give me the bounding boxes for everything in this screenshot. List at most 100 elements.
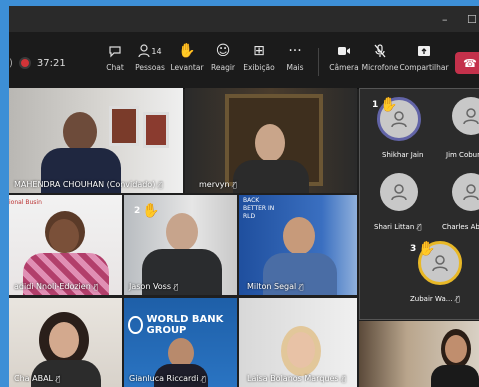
teams-window: – ☐ ) 37:21 Chat 14 Pessoas ✋ Levantar ☺	[9, 6, 479, 387]
meeting-timer: 37:21	[36, 57, 66, 69]
hand-icon: ✋	[142, 203, 160, 219]
view-button[interactable]: ⊞ Exibição	[239, 40, 279, 82]
person-icon	[391, 184, 407, 201]
participant-head	[63, 112, 97, 152]
participant-name: Jason Voss 🎙̸	[129, 282, 179, 291]
wall-picture	[143, 112, 169, 148]
phone-hangup-icon: ☎	[463, 56, 477, 70]
person-icon	[463, 184, 479, 201]
raised-hand: 1 ✋	[372, 97, 398, 113]
video-tile[interactable]: WORLD BANK GROUP Gianluca Riccardi 🎙̸	[124, 298, 237, 387]
globe-icon	[128, 316, 143, 334]
video-tile[interactable]: ional Busin adidi Nnoli-Edozien 🎙̸	[9, 195, 122, 295]
raise-hand-button[interactable]: ✋ Levantar	[167, 40, 207, 82]
participant-name: Gianluca Riccardi 🎙̸	[129, 374, 206, 383]
smiley-icon: ☺	[215, 43, 231, 59]
participant-avatar[interactable]	[452, 97, 479, 135]
mic-off-icon	[374, 40, 386, 62]
participant-avatar[interactable]	[452, 173, 479, 211]
mic-off-icon: 🎙̸	[341, 374, 346, 383]
mic-off-icon: 🎙̸	[174, 282, 179, 291]
hand-order: 3	[410, 244, 417, 254]
video-tile[interactable]: Laisa Bolanos Marques 🎙̸	[239, 298, 357, 387]
banner-text: ional Busin	[9, 199, 42, 206]
participant-body	[431, 365, 479, 387]
person-icon	[463, 108, 479, 125]
mic-off-icon: 🎙̸	[455, 295, 460, 303]
chat-icon	[108, 40, 122, 62]
mic-off-icon: 🎙̸	[299, 282, 304, 291]
participant-avatar[interactable]	[380, 173, 418, 211]
participant-name: Shikhar Jain	[382, 151, 424, 159]
camera-label: Câmera	[329, 63, 359, 72]
more-icon: ···	[288, 43, 302, 59]
participant-name: Milton Segal 🎙̸	[247, 282, 304, 291]
participant-face	[287, 332, 315, 368]
participant-name: Laisa Bolanos Marques 🎙̸	[247, 374, 346, 383]
video-tile-active-speaker[interactable]: 2 ✋ Jason Voss 🎙̸	[124, 195, 237, 295]
mic-off-icon: 🎙̸	[93, 282, 98, 291]
wall-picture	[109, 106, 139, 146]
recording-icon	[18, 57, 31, 69]
participant-name: Charles Ab	[442, 223, 479, 231]
chat-label: Chat	[106, 63, 124, 72]
microphone-label: Microfone	[361, 63, 399, 72]
view-label: Exibição	[243, 63, 275, 72]
participant-face	[49, 322, 79, 358]
microphone-button[interactable]: Microfone	[358, 40, 402, 82]
participant-name: Zubair Wa... 🎙̸	[410, 295, 460, 303]
minimize-button[interactable]: –	[442, 13, 448, 26]
participant-body	[233, 160, 309, 193]
banner-text: BACK BETTER IN RLD	[243, 197, 275, 220]
video-tile[interactable]: mervyn 🎙̸	[185, 88, 357, 193]
react-button[interactable]: ☺ Reagir	[203, 40, 243, 82]
title-bar: – ☐	[9, 6, 479, 32]
video-tile[interactable]	[359, 321, 479, 387]
participants-panel: 1✋ Shikhar Jain Jim Cobum Shari Littan🎙̸…	[359, 88, 479, 320]
share-label: Compartilhar	[399, 63, 449, 72]
people-button[interactable]: 14 Pessoas	[130, 40, 170, 82]
hand-icon: ✋	[178, 43, 196, 59]
mic-off-icon: 🎙̸	[232, 180, 237, 189]
grid-icon: ⊞	[253, 43, 265, 59]
chat-button[interactable]: Chat	[95, 40, 135, 82]
raise-hand-label: Levantar	[170, 63, 204, 72]
people-icon: 14	[138, 40, 162, 62]
hand-icon: ✋	[418, 241, 436, 257]
raised-hand: 3 ✋	[410, 241, 436, 257]
participant-name: mervyn 🎙̸	[199, 180, 237, 189]
hand-order: 2	[134, 206, 141, 216]
mic-off-icon: 🎙̸	[417, 223, 422, 231]
video-tile[interactable]: BACK BETTER IN RLD Milton Segal 🎙̸	[239, 195, 357, 295]
more-label: Mais	[286, 63, 304, 72]
participant-face	[445, 335, 467, 363]
share-icon	[417, 40, 431, 62]
participant-head	[166, 213, 198, 251]
meeting-status: ) 37:21	[9, 54, 66, 72]
participant-head	[283, 217, 315, 255]
react-label: Reagir	[210, 63, 235, 72]
hand-order: 1	[372, 100, 379, 110]
meeting-toolbar: ) 37:21 Chat 14 Pessoas ✋ Levantar ☺ Rea…	[9, 32, 479, 89]
hand-icon: ✋	[380, 97, 398, 113]
participant-name: adidi Nnoli-Edozien 🎙̸	[14, 282, 98, 291]
world-bank-logo: WORLD BANK GROUP	[128, 314, 237, 336]
shield-icon: )	[9, 57, 13, 69]
video-tile[interactable]: Cha ABAL 🎙̸	[9, 298, 122, 387]
share-button[interactable]: Compartilhar	[399, 40, 449, 82]
participant-face	[49, 219, 79, 253]
toolbar-divider	[318, 48, 319, 76]
more-button[interactable]: ··· Mais	[275, 40, 315, 82]
participant-name: MAHENDRA CHOUHAN (Convidado) 🎙̸	[14, 180, 163, 189]
mic-off-icon: 🎙̸	[201, 374, 206, 383]
participant-name: Shari Littan 🎙̸	[374, 223, 422, 231]
video-tile[interactable]: MAHENDRA CHOUHAN (Convidado) 🎙̸	[9, 88, 183, 193]
participant-head	[255, 124, 285, 162]
participant-name: Cha ABAL 🎙̸	[14, 374, 61, 383]
raised-hand: 2 ✋	[134, 203, 160, 219]
restore-button[interactable]: ☐	[467, 13, 477, 26]
mic-off-icon: 🎙̸	[56, 374, 61, 383]
leave-button[interactable]: ☎	[455, 52, 479, 74]
people-count: 14	[151, 46, 162, 56]
mic-off-icon: 🎙̸	[158, 180, 163, 189]
